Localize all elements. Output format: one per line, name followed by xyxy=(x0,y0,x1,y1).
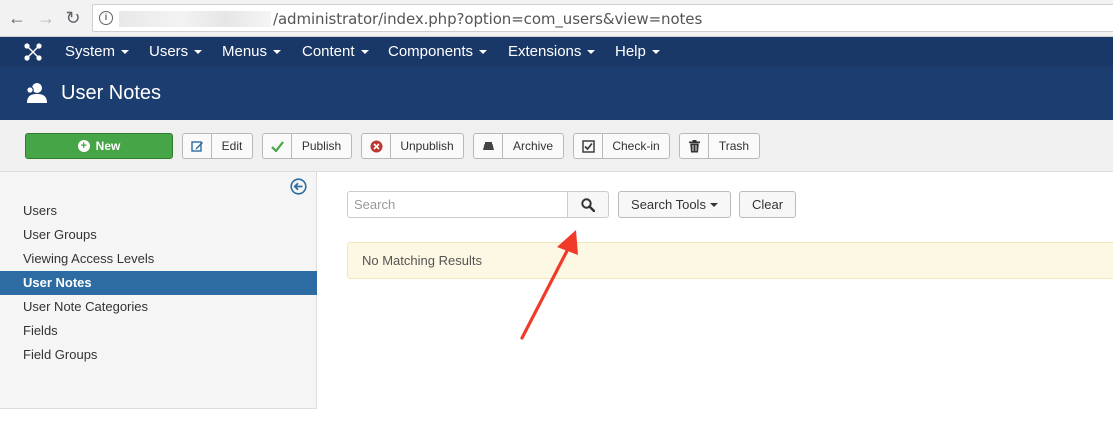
joomla-logo[interactable] xyxy=(22,41,44,63)
nav-users[interactable]: Users xyxy=(149,37,203,67)
checkin-button[interactable]: Check-in xyxy=(573,133,670,159)
reload-icon[interactable]: ↻ xyxy=(63,8,83,28)
sidebar-item-user-groups[interactable]: User Groups xyxy=(0,223,317,247)
search-icon xyxy=(581,197,595,212)
browser-toolbar: ← → ↻ i /administrator/index.php?option=… xyxy=(0,0,1113,37)
top-navbar: System Users Menus Content Components Ex… xyxy=(0,37,1113,67)
caret-down-icon xyxy=(479,50,488,55)
trash-icon xyxy=(680,134,709,158)
edit-icon xyxy=(183,134,212,158)
annotation-arrow-icon xyxy=(520,230,578,340)
redacted-host xyxy=(119,11,271,27)
caret-down-icon xyxy=(651,50,660,55)
nav-menus[interactable]: Menus xyxy=(222,37,282,67)
caret-down-icon xyxy=(194,50,203,55)
sidebar-item-viewing-access-levels[interactable]: Viewing Access Levels xyxy=(0,247,317,271)
sidebar-item-fields[interactable]: Fields xyxy=(0,319,317,343)
caret-down-icon xyxy=(121,50,130,55)
url-text: /administrator/index.php?option=com_user… xyxy=(273,10,703,28)
user-notes-icon xyxy=(26,83,47,103)
plus-circle-icon: + xyxy=(77,140,90,152)
new-button[interactable]: + New xyxy=(25,133,173,159)
nav-system[interactable]: System xyxy=(65,37,130,67)
address-bar[interactable]: i /administrator/index.php?option=com_us… xyxy=(92,4,1113,32)
search-tools-button[interactable]: Search Tools xyxy=(618,191,731,218)
caret-down-icon xyxy=(273,50,282,55)
unpublish-icon xyxy=(362,134,391,158)
unpublish-button[interactable]: Unpublish xyxy=(361,133,464,159)
publish-button[interactable]: Publish xyxy=(262,133,352,159)
trash-button[interactable]: Trash xyxy=(679,133,760,159)
sidebar: Users User Groups Viewing Access Levels … xyxy=(0,172,317,409)
no-results-alert: No Matching Results xyxy=(347,242,1113,279)
sidebar-item-user-note-categories[interactable]: User Note Categories xyxy=(0,295,317,319)
nav-components[interactable]: Components xyxy=(388,37,488,67)
action-toolbar: + New Edit Publish Unpublish Archive Che… xyxy=(0,120,1113,172)
info-icon[interactable]: i xyxy=(99,11,113,25)
nav-extensions[interactable]: Extensions xyxy=(508,37,596,67)
page-title: User Notes xyxy=(61,82,162,104)
archive-icon xyxy=(474,134,503,158)
arrow-right-icon[interactable]: → xyxy=(36,8,56,28)
sidebar-item-user-notes[interactable]: User Notes xyxy=(0,271,317,295)
nav-help[interactable]: Help xyxy=(615,37,660,67)
arrow-left-icon[interactable]: ← xyxy=(7,8,27,28)
page-header: User Notes xyxy=(0,67,1113,120)
sidebar-item-field-groups[interactable]: Field Groups xyxy=(0,343,317,367)
collapse-left-icon[interactable] xyxy=(290,178,307,195)
checkbox-icon xyxy=(574,134,603,158)
clear-button[interactable]: Clear xyxy=(739,191,796,218)
caret-down-icon xyxy=(709,202,718,207)
sidebar-item-users[interactable]: Users xyxy=(0,199,317,223)
search-input[interactable]: Search xyxy=(347,191,567,218)
check-icon xyxy=(263,134,292,158)
nav-content[interactable]: Content xyxy=(302,37,369,67)
edit-button[interactable]: Edit xyxy=(182,133,253,159)
caret-down-icon xyxy=(587,50,596,55)
caret-down-icon xyxy=(360,50,369,55)
archive-button[interactable]: Archive xyxy=(473,133,564,159)
search-button[interactable] xyxy=(567,191,609,218)
